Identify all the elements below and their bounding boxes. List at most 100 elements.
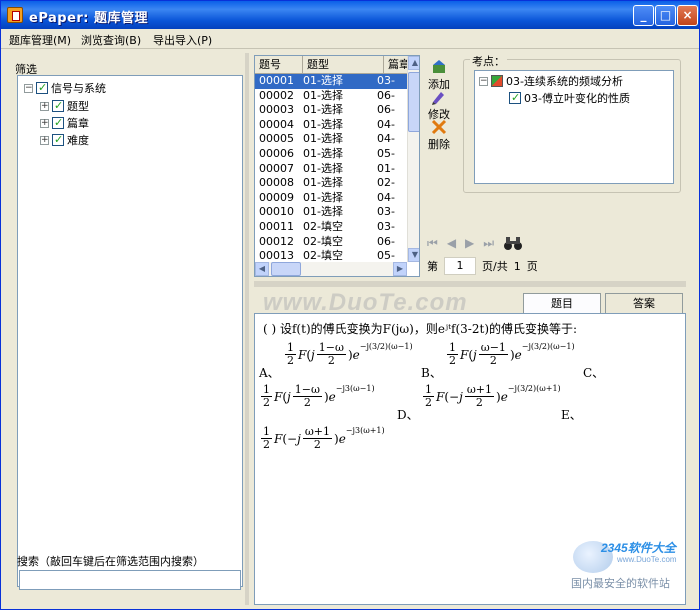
delete-button[interactable]: 删除 (425, 119, 453, 152)
scroll-left-icon[interactable]: ◀ (255, 262, 269, 276)
minimize-button[interactable]: _ (633, 5, 654, 26)
table-cell: 02-填空 (303, 234, 343, 248)
table-row[interactable]: 00007 01-选择 01- (255, 162, 407, 177)
pager-prefix: 第 (427, 260, 438, 273)
table-row[interactable]: 00005 01-选择 04- (255, 132, 407, 147)
table-row[interactable]: 00003 01-选择 06- (255, 103, 407, 118)
table-cell: 03- (377, 205, 395, 219)
table-cell: 03- (377, 219, 395, 233)
tree-root-label: 信号与系统 (51, 82, 106, 95)
binoculars-icon[interactable] (503, 235, 523, 251)
scroll-right-icon[interactable]: ▶ (393, 262, 407, 276)
menu-bar: 题库管理(M) 浏览查询(B) 导出导入(P) (1, 29, 699, 49)
table-row[interactable]: 00011 02-填空 03- (255, 220, 407, 235)
search-input[interactable] (19, 570, 241, 590)
horizontal-splitter[interactable] (254, 281, 686, 287)
kp-parent[interactable]: − 03-连续系统的频域分析 (479, 73, 623, 89)
table-vertical-scrollbar[interactable]: ▲ ▼ (407, 56, 419, 262)
tree-item-difficulty[interactable]: + 难度 (40, 132, 89, 148)
menu-browse[interactable]: 浏览查询(B) (81, 32, 141, 48)
table-cell: 01-选择 (303, 146, 343, 160)
checkbox-checked-icon[interactable] (52, 116, 64, 129)
first-page-icon[interactable]: ⏮ (427, 236, 438, 251)
option-b-formula: 12 F(j ω−1 2) e −j(3/2)(ω−1) (447, 341, 575, 367)
checkbox-checked-icon[interactable] (52, 99, 64, 112)
table-cell: 00010 (259, 205, 294, 219)
close-button[interactable]: × (677, 5, 698, 26)
table-cell: 01-选择 (303, 88, 343, 102)
option-c-label: C、 (583, 366, 605, 380)
expand-icon[interactable]: + (40, 101, 49, 111)
previous-page-icon[interactable]: ◀ (447, 236, 456, 250)
last-page-icon[interactable]: ⏭ (483, 236, 494, 251)
table-cell: 00006 (259, 146, 294, 160)
checkbox-checked-icon[interactable] (509, 91, 521, 104)
scroll-thumb[interactable] (271, 262, 301, 276)
page-number-input[interactable]: 1 (444, 257, 476, 275)
table-body: 00001 01-选择 03- 00002 01-选择 06- 00003 01-选择 06- 0… (255, 74, 407, 262)
checkbox-checked-icon[interactable] (52, 133, 64, 146)
kp-child[interactable]: 03-傅立叶变化的性质 (509, 90, 630, 106)
collapse-icon[interactable]: − (479, 76, 488, 86)
table-cell: 04- (377, 190, 395, 204)
table-row[interactable]: 00004 01-选择 04- (255, 118, 407, 133)
knowledge-point-label: 考点： (470, 53, 507, 69)
expand-icon[interactable]: + (40, 135, 49, 145)
filter-tree[interactable]: − 信号与系统 + 题型 + 篇章 + 难度 (17, 75, 243, 587)
tab-question[interactable]: 题目 (523, 293, 601, 313)
table-cell: 01-选择 (303, 190, 343, 204)
next-page-icon[interactable]: ▶ (465, 236, 474, 250)
table-horizontal-scrollbar[interactable]: ◀ ▶ (255, 262, 407, 276)
table-cell: 01-选择 (303, 132, 343, 146)
knowledge-point-tree[interactable]: − 03-连续系统的频域分析 03-傅立叶变化的性质 (474, 70, 674, 184)
knowledge-point-group: 考点： − 03-连续系统的频域分析 03-傅立叶变化的性质 (463, 53, 681, 193)
tree-item-type[interactable]: + 题型 (40, 98, 89, 114)
table-row[interactable]: 00012 02-填空 06- (255, 235, 407, 250)
pager-middle: 页/共 (482, 260, 508, 273)
tree-root[interactable]: − 信号与系统 (24, 80, 106, 96)
menu-import-export[interactable]: 导出导入(P) (153, 32, 212, 48)
option-c-formula: 12 F(j 1−ω 2) e −j3(ω−1) (261, 383, 375, 409)
expand-icon[interactable]: + (40, 118, 49, 128)
tree-item-label: 题型 (67, 100, 89, 113)
table-row[interactable]: 00002 01-选择 06- (255, 89, 407, 104)
scroll-up-icon[interactable]: ▲ (408, 56, 419, 70)
question-text: ( ) 设f(t)的傅氏变换为F(jω)，则eʲᵗf(3-2t)的傅氏变换等于: (263, 322, 578, 336)
table-cell: 00003 (259, 103, 294, 117)
window-title: ePaper: 题库管理 (29, 11, 149, 26)
vertical-splitter[interactable] (245, 53, 249, 605)
collapse-icon[interactable]: − (24, 83, 33, 93)
title-bar[interactable]: ePaper: 题库管理 _ □ × (1, 1, 699, 29)
tab-answer[interactable]: 答案 (605, 293, 683, 313)
table-cell: 03- (377, 74, 395, 87)
table-row[interactable]: 00008 01-选择 02- (255, 176, 407, 191)
column-header-id[interactable]: 题号 (255, 56, 303, 74)
maximize-button[interactable]: □ (655, 5, 676, 26)
table-cell: 04- (377, 132, 395, 146)
checkbox-checked-icon[interactable] (36, 81, 48, 94)
option-e-label: E、 (561, 408, 582, 422)
table-row[interactable]: 00001 01-选择 03- (255, 74, 407, 89)
add-button[interactable]: 添加 (425, 59, 453, 92)
table-header: 题号 题型 篇章 (255, 56, 419, 74)
table-cell: 04- (377, 117, 395, 131)
table-cell: 02-填空 (303, 219, 343, 233)
scroll-down-icon[interactable]: ▼ (408, 248, 419, 262)
table-cell: 02- (377, 176, 395, 190)
tree-item-chapter[interactable]: + 篇章 (40, 115, 89, 131)
tree-item-label: 难度 (67, 134, 89, 147)
kp-child-label: 03-傅立叶变化的性质 (524, 92, 630, 105)
table-row[interactable]: 00009 01-选择 04- (255, 191, 407, 206)
question-table[interactable]: 题号 题型 篇章 00001 01-选择 03- 00002 01-选择 06- 00003… (254, 55, 420, 277)
edit-button[interactable]: 修改 (425, 89, 453, 122)
table-row[interactable]: 00010 01-选择 03- (255, 205, 407, 220)
table-row[interactable]: 00006 01-选择 05- (255, 147, 407, 162)
table-cell: 01-选择 (303, 103, 343, 117)
table-cell: 01-选择 (303, 161, 343, 175)
tree-item-label: 篇章 (67, 117, 89, 130)
table-cell: 00004 (259, 117, 294, 131)
column-header-type[interactable]: 题型 (303, 56, 384, 74)
add-icon (433, 60, 445, 73)
scroll-thumb[interactable] (408, 72, 419, 132)
menu-question-bank[interactable]: 题库管理(M) (9, 32, 71, 48)
